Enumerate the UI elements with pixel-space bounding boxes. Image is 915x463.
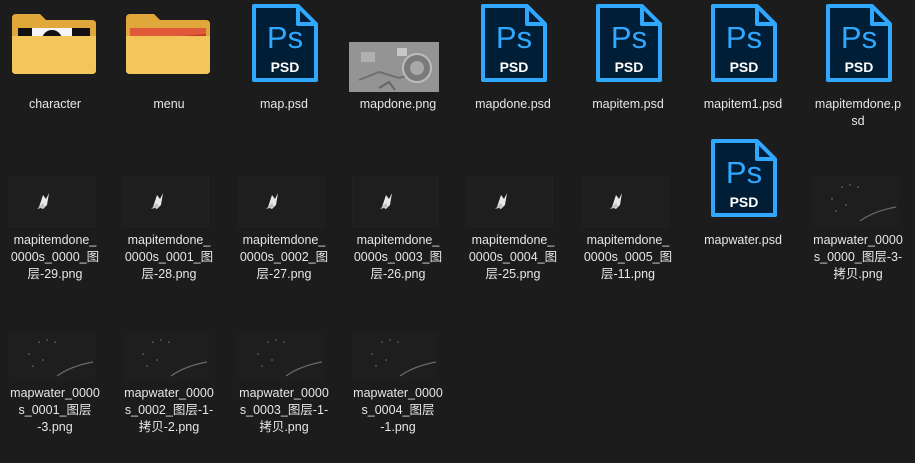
psd-icon-text: PSD — [845, 59, 874, 75]
sprite-thumbnail — [9, 177, 95, 227]
file-thumbnail — [580, 137, 676, 227]
file-thumbnail: Ps PSD — [465, 2, 561, 84]
ps-icon-text: Ps — [611, 20, 647, 55]
file-item[interactable]: mapitemdone_ 0000s_0002_图 层-27.png — [229, 139, 339, 288]
file-name-label: mapitemdone.p sd — [814, 97, 902, 128]
ps-icon-text: Ps — [496, 20, 532, 55]
file-thumbnail — [349, 2, 446, 92]
file-name-label: character — [28, 97, 82, 111]
psd-icon-text: PSD — [271, 59, 300, 75]
file-item[interactable]: Ps PSD mapitem1.psd — [688, 2, 798, 152]
file-item[interactable]: mapwater_0000 s_0003_图层-1- 拷贝.png — [229, 292, 339, 441]
file-thumbnail: Ps PSD — [695, 2, 791, 84]
file-name-label: mapwater_0000 s_0001_图层 -3.png — [10, 386, 100, 434]
file-item[interactable]: 7 character — [0, 2, 110, 152]
file-name-label: mapitemdone_ 0000s_0002_图 层-27.png — [239, 233, 329, 281]
file-thumbnail — [121, 137, 217, 227]
file-name-label: mapitemdone_ 0000s_0005_图 层-11.png — [583, 233, 673, 281]
file-thumbnail — [465, 137, 561, 227]
file-thumbnail — [7, 292, 103, 382]
file-item[interactable]: Ps PSD map.psd — [229, 2, 339, 152]
file-thumbnail — [121, 292, 217, 382]
photoshop-psd-icon: Ps PSD — [711, 139, 777, 217]
file-name-label: mapitem1.psd — [703, 97, 783, 111]
file-item[interactable]: mapitemdone_ 0000s_0000_图 层-29.png — [0, 139, 110, 288]
ps-icon-text: Ps — [726, 155, 762, 190]
file-thumbnail — [810, 137, 906, 227]
file-name-label: mapitemdone_ 0000s_0000_图 层-29.png — [10, 233, 100, 281]
sprite-thumbnail — [467, 177, 553, 227]
sprite-thumbnail — [352, 177, 438, 227]
sprite-thumbnail — [123, 177, 209, 227]
water-thumbnail — [238, 332, 324, 382]
file-name-label: mapdone.psd — [475, 97, 551, 111]
file-item[interactable]: mapitemdone_ 0000s_0005_图 层-11.png — [573, 139, 683, 288]
file-thumbnail — [236, 137, 332, 227]
file-thumbnail: Ps PSD — [695, 137, 791, 219]
file-name-label: mapwater_0000 s_0000_图层-3- 拷贝.png — [813, 233, 903, 281]
file-name-label: mapdone.png — [359, 97, 437, 111]
file-item[interactable]: Ps PSD mapdone.psd — [458, 2, 568, 152]
file-name-label: mapwater_0000 s_0003_图层-1- 拷贝.png — [239, 386, 329, 434]
ps-icon-text: Ps — [726, 20, 762, 55]
file-item[interactable]: mapwater_0000 s_0002_图层-1- 拷贝-2.png — [114, 292, 224, 441]
file-thumbnail — [350, 292, 446, 382]
photoshop-psd-icon: Ps PSD — [711, 4, 777, 82]
file-item[interactable]: mapwater_0000 s_0004_图层 -1.png — [343, 292, 453, 441]
water-thumbnail — [123, 332, 209, 382]
file-name-label: mapitemdone_ 0000s_0003_图 层-26.png — [353, 233, 443, 281]
file-name-label: mapwater_0000 s_0002_图层-1- 拷贝-2.png — [124, 386, 214, 434]
photoshop-psd-icon: Ps PSD — [826, 4, 892, 82]
folder-icon: 7 — [12, 14, 96, 74]
photoshop-psd-icon: Ps PSD — [252, 4, 318, 82]
sprite-thumbnail — [238, 177, 324, 227]
file-item[interactable]: menu — [114, 2, 224, 152]
file-thumbnail: Ps PSD — [236, 2, 332, 84]
file-name-label: mapitem.psd — [592, 97, 664, 111]
file-thumbnail: 7 — [7, 2, 103, 84]
folder-icon — [126, 14, 210, 74]
file-name-label: mapwater.psd — [704, 233, 782, 247]
photoshop-psd-icon: Ps PSD — [596, 4, 662, 82]
file-name-label: mapitemdone_ 0000s_0004_图 层-25.png — [468, 233, 558, 281]
file-thumbnail — [121, 2, 217, 84]
file-thumbnail — [350, 137, 446, 227]
file-name-label: mapitemdone_ 0000s_0001_图 层-28.png — [124, 233, 214, 281]
file-thumbnail: Ps PSD — [580, 2, 676, 84]
photoshop-psd-icon: Ps PSD — [481, 4, 547, 82]
water-thumbnail — [812, 177, 898, 227]
file-item[interactable]: mapitemdone_ 0000s_0003_图 层-26.png — [343, 139, 453, 288]
psd-icon-text: PSD — [500, 59, 529, 75]
file-item[interactable]: Ps PSD mapitem.psd — [573, 2, 683, 152]
file-item[interactable]: Ps PSD mapitemdone.p sd — [803, 2, 913, 152]
file-item[interactable]: mapwater_0000 s_0001_图层 -3.png — [0, 292, 110, 441]
water-thumbnail — [9, 332, 95, 382]
file-grid: 7 character menu Ps PSD map.psd mapdone.… — [0, 0, 915, 463]
ps-icon-text: Ps — [267, 20, 303, 55]
file-name-label: mapwater_0000 s_0004_图层 -1.png — [353, 386, 443, 434]
sprite-thumbnail — [582, 177, 668, 227]
file-item[interactable]: Ps PSD mapwater.psd — [688, 139, 798, 288]
psd-icon-text: PSD — [730, 194, 759, 210]
file-item[interactable]: mapdone.png — [343, 2, 453, 152]
ps-icon-text: Ps — [841, 20, 877, 55]
file-item[interactable]: mapwater_0000 s_0000_图层-3- 拷贝.png — [803, 139, 913, 288]
file-thumbnail: Ps PSD — [810, 2, 906, 84]
file-name-label: map.psd — [260, 97, 308, 111]
psd-icon-text: PSD — [730, 59, 759, 75]
water-thumbnail — [352, 332, 438, 382]
file-item[interactable]: mapitemdone_ 0000s_0004_图 层-25.png — [458, 139, 568, 288]
file-thumbnail — [7, 137, 103, 227]
file-name-label: menu — [153, 97, 185, 111]
map-image-thumbnail — [349, 42, 439, 92]
file-thumbnail — [236, 292, 332, 382]
psd-icon-text: PSD — [615, 59, 644, 75]
file-item[interactable]: mapitemdone_ 0000s_0001_图 层-28.png — [114, 139, 224, 288]
